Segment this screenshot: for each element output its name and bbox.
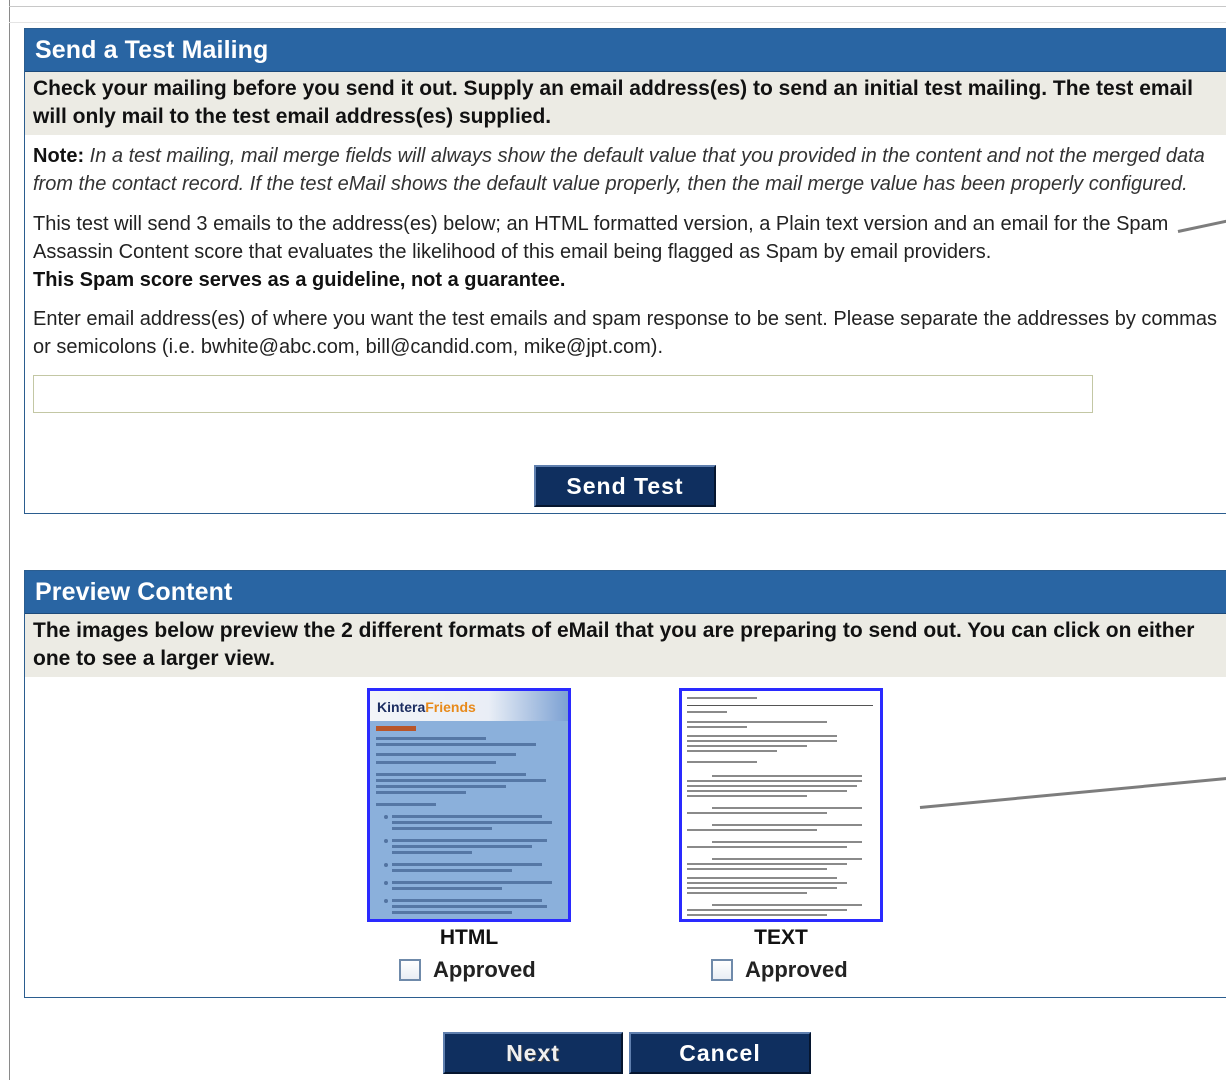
thumbnail-text-line <box>392 863 542 866</box>
info-bold-text: This Spam score serves as a guideline, n… <box>33 269 566 291</box>
send-test-button[interactable]: Send Test <box>534 465 716 507</box>
note-paragraph: Note: In a test mailing, mail merge fiel… <box>25 142 1226 198</box>
text-approved-option[interactable]: Approved <box>711 957 848 983</box>
thumbnail-text-line <box>392 851 472 854</box>
info-text: This test will send 3 emails to the addr… <box>33 213 1169 263</box>
thumbnail-heading <box>376 726 416 731</box>
test-mailing-title: Send a Test Mailing <box>25 29 1226 72</box>
instructions-paragraph: Enter email address(es) of where you wan… <box>33 308 1217 358</box>
thumbnail-text-line <box>376 737 486 740</box>
thumbnail-text-line <box>712 807 862 809</box>
thumbnail-text-line <box>687 785 857 787</box>
thumbnail-text-line <box>392 905 547 908</box>
note-text: In a test mailing, mail merge fields wil… <box>33 145 1205 195</box>
text-preview-thumbnail[interactable] <box>679 688 883 922</box>
thumbnail-text-line <box>392 911 512 914</box>
thumbnail-text-line <box>687 892 807 894</box>
thumbnail-text-line <box>392 827 492 830</box>
thumbnail-text-line <box>687 909 847 911</box>
thumbnail-text-line <box>376 779 546 782</box>
text-approved-checkbox[interactable] <box>711 959 733 981</box>
thumbnail-text-line <box>376 785 506 788</box>
html-approved-checkbox[interactable] <box>399 959 421 981</box>
thumbnail-text-line <box>376 803 436 806</box>
thumbnail-bullet <box>384 899 388 903</box>
thumbnail-bullet <box>384 863 388 867</box>
thumbnail-text-line <box>712 775 862 777</box>
text-approved-label: Approved <box>745 957 848 982</box>
html-format-label: HTML <box>439 926 499 949</box>
thumbnail-rule <box>687 705 873 706</box>
thumbnail-text-line <box>687 790 847 792</box>
thumbnail-bullet <box>384 815 388 819</box>
note-label: Note: <box>33 145 85 167</box>
window-frame-top <box>9 6 1226 7</box>
thumbnail-text-line <box>687 846 847 848</box>
thumbnail-text-line <box>687 882 847 884</box>
thumbnail-text-line <box>687 812 827 814</box>
html-preview-thumbnail[interactable]: KinteraFriends <box>367 688 571 922</box>
html-approved-option[interactable]: Approved <box>399 957 536 983</box>
logo-main: Kintera <box>377 699 426 715</box>
thumbnail-text-line <box>687 868 827 870</box>
text-format-label: TEXT <box>754 926 808 949</box>
thumbnail-text-line <box>687 914 827 916</box>
thumbnail-text-line <box>712 824 862 826</box>
thumbnail-text-line <box>712 904 862 906</box>
thumbnail-text-line <box>392 815 542 818</box>
preview-content-panel: Preview Content The images below preview… <box>24 570 1226 998</box>
thumbnail-text-line <box>687 721 827 723</box>
test-mailing-panel: Send a Test Mailing Check your mailing b… <box>24 28 1226 514</box>
test-mailing-intro: Check your mailing before you send it ou… <box>25 72 1226 135</box>
thumbnail-text-line <box>376 791 466 794</box>
thumbnail-text-line <box>392 887 502 890</box>
cancel-button[interactable]: Cancel <box>629 1032 811 1074</box>
thumbnail-text-line <box>687 750 777 752</box>
thumbnail-text-line <box>712 858 862 860</box>
thumbnail-text-line <box>687 761 757 763</box>
test-email-input[interactable] <box>33 375 1093 413</box>
preview-content-title: Preview Content <box>25 571 1226 614</box>
next-button[interactable]: Next <box>443 1032 623 1074</box>
thumbnail-bullet <box>384 839 388 843</box>
thumbnail-text-line <box>376 761 496 764</box>
thumbnail-text-line <box>687 745 807 747</box>
thumbnail-text-line <box>392 821 552 824</box>
logo-accent: Friends <box>425 699 476 715</box>
thumbnail-text-line <box>392 899 542 902</box>
thumbnail-text-line <box>687 697 757 699</box>
kintera-friends-logo: KinteraFriends <box>377 699 476 715</box>
thumbnail-text-line <box>687 711 727 713</box>
html-approved-label: Approved <box>433 957 536 982</box>
thumbnail-text-line <box>687 887 837 889</box>
preview-content-intro: The images below preview the 2 different… <box>25 614 1226 677</box>
thumbnail-text-line <box>376 773 526 776</box>
thumbnail-text-line <box>687 863 847 865</box>
thumbnail-text-line <box>687 726 747 728</box>
thumbnail-text-line <box>687 780 862 782</box>
thumbnail-text-line <box>392 845 532 848</box>
thumbnail-text-line <box>392 881 552 884</box>
thumbnail-text-line <box>392 839 547 842</box>
window-frame-divider <box>9 22 1226 23</box>
thumbnail-text-line <box>376 753 516 756</box>
thumbnail-text-line <box>687 795 807 797</box>
thumbnail-bullet <box>384 881 388 885</box>
thumbnail-text-line <box>712 841 862 843</box>
thumbnail-text-line <box>687 735 837 737</box>
thumbnail-text-line <box>687 877 837 879</box>
thumbnail-text-line <box>687 740 837 742</box>
thumbnail-text-line <box>392 869 512 872</box>
info-paragraph: This test will send 3 emails to the addr… <box>25 210 1226 294</box>
thumbnail-text-line <box>687 829 817 831</box>
thumbnail-text-line <box>376 743 536 746</box>
window-frame-left <box>9 0 10 1080</box>
